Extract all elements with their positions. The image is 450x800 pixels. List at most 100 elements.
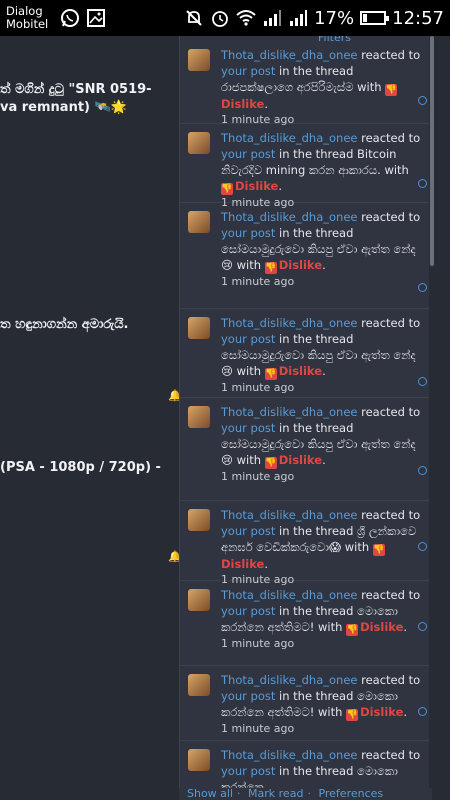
mark-read-icon[interactable] [418, 466, 427, 475]
post-link[interactable]: your post [221, 764, 275, 778]
reacted-text: reacted to [357, 405, 421, 419]
mark-read-icon[interactable] [418, 707, 427, 716]
wifi-icon [236, 10, 256, 26]
username-link[interactable]: Thota_dislike_dha_onee [221, 405, 357, 419]
reacted-text: reacted to [357, 748, 421, 762]
avatar[interactable] [188, 132, 210, 154]
alarm-icon [212, 11, 229, 27]
notification-text: Thota_dislike_dha_onee reacted to your p… [221, 315, 421, 380]
battery-icon [360, 11, 390, 25]
post-link[interactable]: your post [221, 524, 275, 538]
sentence-end: . [322, 364, 326, 378]
post-link[interactable]: your post [221, 689, 275, 703]
carrier-line-2: Mobitel [6, 17, 49, 31]
username-link[interactable]: Thota_dislike_dha_onee [221, 316, 357, 330]
background-text-line: ත් මගින් දුටු "SNR 0519- [0, 82, 152, 97]
reaction-label: Dislike [221, 557, 265, 571]
status-bar: Dialog Mobitel 17% 12:57 [0, 0, 450, 36]
whatsapp-icon [61, 9, 79, 27]
post-link[interactable]: your post [221, 421, 275, 435]
reaction-label: Dislike [360, 620, 404, 634]
notification-item[interactable]: Thota_dislike_dha_onee reacted to your p… [180, 581, 433, 666]
reacted-text: reacted to [357, 210, 421, 224]
username-link[interactable]: Thota_dislike_dha_onee [221, 588, 357, 602]
post-link[interactable]: your post [221, 604, 275, 618]
notification-text: Thota_dislike_dha_onee reacted to your p… [221, 130, 421, 195]
notification-item[interactable]: Thota_dislike_dha_onee reacted to your p… [180, 41, 433, 126]
reaction-label: Dislike [221, 97, 265, 111]
mark-read-icon[interactable] [418, 96, 427, 105]
notification-item[interactable]: Thota_dislike_dha_onee reacted to your p… [180, 124, 433, 209]
reaction-label: Dislike [278, 364, 323, 378]
avatar[interactable] [188, 749, 210, 771]
avatar[interactable] [188, 674, 210, 696]
signal-icon-sim2 [290, 10, 308, 26]
username-link[interactable]: Thota_dislike_dha_onee [221, 673, 357, 687]
sentence-end: . [403, 620, 408, 634]
post-link[interactable]: your post [221, 64, 275, 78]
notification-text: Thota_dislike_dha_onee reacted to your p… [221, 209, 421, 274]
reacted-text: reacted to [357, 588, 421, 602]
sentence-end: . [264, 557, 269, 571]
clock: 12:57 [392, 7, 444, 29]
notification-item[interactable]: Thota_dislike_dha_onee reacted to your p… [180, 501, 433, 586]
avatar[interactable] [188, 406, 210, 428]
avatar[interactable] [188, 49, 210, 71]
show-all-link[interactable]: Show all [187, 787, 233, 800]
mark-read-icon[interactable] [418, 377, 427, 386]
sentence-end: . [264, 97, 269, 111]
username-link[interactable]: Thota_dislike_dha_onee [221, 131, 357, 145]
mark-read-icon[interactable] [418, 283, 427, 292]
username-link[interactable]: Thota_dislike_dha_onee [221, 508, 357, 522]
sentence-end: . [403, 705, 408, 719]
mark-read-icon[interactable] [418, 622, 427, 631]
reacted-text: reacted to [357, 508, 421, 522]
username-link[interactable]: Thota_dislike_dha_onee [221, 48, 357, 62]
footer-separator: · [237, 787, 241, 800]
sentence-end: . [322, 453, 326, 467]
popup-footer: Show all · Mark read · Preferences [179, 788, 432, 800]
avatar[interactable] [188, 211, 210, 233]
mark-read-icon[interactable] [418, 179, 427, 188]
dislike-icon: 👎 [372, 544, 385, 556]
post-link[interactable]: your post [221, 226, 275, 240]
reacted-text: reacted to [357, 48, 421, 62]
page-right-edge [435, 36, 450, 800]
reacted-text: reacted to [357, 673, 421, 687]
background-text-line: (PSA - 1080p / 720p) - [0, 460, 161, 475]
sentence-end: . [278, 179, 283, 193]
notification-time: 1 minute ago [221, 470, 295, 483]
mark-read-icon[interactable] [418, 542, 427, 551]
mark-read-link[interactable]: Mark read [248, 787, 303, 800]
notification-text: Thota_dislike_dha_onee reacted to your p… [221, 587, 421, 636]
dislike-icon: 👎 [264, 262, 277, 274]
preferences-link[interactable]: Preferences [318, 787, 383, 800]
notification-time: 1 minute ago [221, 722, 295, 735]
post-link[interactable]: your post [221, 332, 275, 346]
notification-time: 1 minute ago [221, 637, 295, 650]
carrier-label: Dialog Mobitel [6, 5, 54, 31]
notification-text: Thota_dislike_dha_onee reacted to your p… [221, 672, 421, 721]
notification-text: Thota_dislike_dha_onee reacted to your p… [221, 47, 421, 112]
dislike-icon: 👎 [346, 624, 359, 636]
notification-item[interactable]: Thota_dislike_dha_onee reacted to your p… [180, 309, 433, 398]
notification-time: 1 minute ago [221, 381, 295, 394]
avatar[interactable] [188, 509, 210, 531]
background-text-line: va remnant) 🛰️🌟 [0, 100, 127, 115]
avatar[interactable] [188, 317, 210, 339]
post-link[interactable]: your post [221, 147, 275, 161]
username-link[interactable]: Thota_dislike_dha_onee [221, 748, 357, 762]
footer-separator: · [307, 787, 311, 800]
notification-item[interactable]: Thota_dislike_dha_onee reacted to your p… [180, 203, 433, 309]
username-link[interactable]: Thota_dislike_dha_onee [221, 210, 357, 224]
notification-item[interactable]: Thota_dislike_dha_onee reacted to your p… [180, 398, 433, 501]
battery-percent: 17% [314, 7, 355, 29]
notifications-popup: Filters Thota_dislike_dha_onee reacted t… [179, 36, 433, 800]
notification-time: 1 minute ago [221, 275, 295, 288]
reaction-label: Dislike [360, 705, 404, 719]
avatar[interactable] [188, 589, 210, 611]
scrollbar-thumb[interactable] [430, 36, 434, 266]
notification-item[interactable]: Thota_dislike_dha_onee reacted to your p… [180, 666, 433, 741]
sentence-end: . [322, 258, 326, 272]
reacted-text: reacted to [357, 131, 421, 145]
